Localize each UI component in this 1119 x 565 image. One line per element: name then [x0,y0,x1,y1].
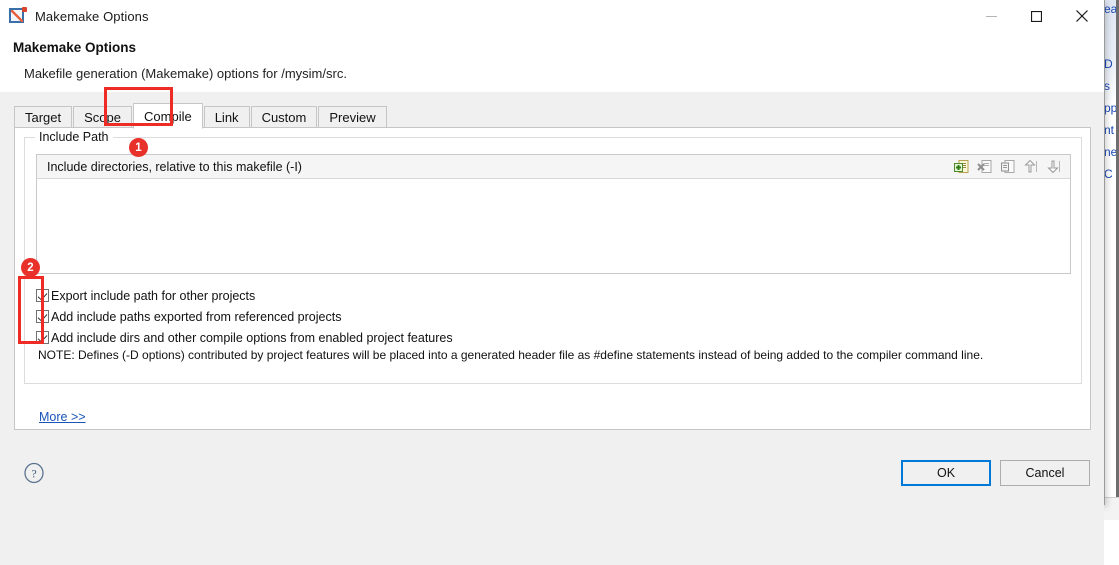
footer-button-group: OK Cancel [901,460,1090,486]
tab-compile[interactable]: Compile [133,103,203,129]
annotation-badge-2: 2 [21,258,40,277]
window-title: Makemake Options [35,8,149,24]
edit-icon[interactable] [998,157,1018,177]
tab-bar: Target Scope Compile Link Custom Preview [14,103,388,129]
tab-label: Link [214,110,239,125]
checkbox-add-exported-paths[interactable] [36,310,49,323]
dialog-titlebar: Makemake Options [0,0,1104,32]
checkbox-label: Export include path for other projects [51,288,256,303]
checkbox-row[interactable]: Add include paths exported from referenc… [36,307,1071,326]
add-icon[interactable] [952,157,972,177]
checkbox-export-include-path[interactable] [36,289,49,302]
tab-label: Scope [84,110,122,125]
tab-label: Target [25,110,62,125]
move-up-icon[interactable] [1021,157,1041,177]
minimize-icon[interactable] [969,0,1014,32]
include-list-items[interactable] [37,179,1070,273]
include-list-toolbar [949,157,1070,177]
tab-label: Custom [261,110,307,125]
tab-scope[interactable]: Scope [73,106,133,128]
ok-button[interactable]: OK [901,460,991,486]
tab-target[interactable]: Target [14,106,73,128]
include-path-group: Include Path Include directories, relati… [24,130,1082,384]
svg-text:?: ? [31,467,36,481]
makemake-options-dialog: Makemake Options Makemake Options Makefi… [0,0,1105,565]
help-icon[interactable]: ? [23,462,45,484]
dialog-header: Makemake Options Makefile generation (Ma… [0,32,1104,92]
include-directories-list[interactable]: Include directories, relative to this ma… [36,154,1071,274]
checkbox-add-feature-options[interactable] [36,331,49,344]
checkbox-label: Add include dirs and other compile optio… [51,330,453,345]
edit-properties-icon [9,6,27,25]
tab-custom[interactable]: Custom [250,106,318,128]
remove-icon[interactable] [975,157,995,177]
close-icon[interactable] [1059,0,1104,32]
include-list-header-label: Include directories, relative to this ma… [47,159,302,174]
checkbox-label: Add include paths exported from referenc… [51,309,342,324]
checkbox-row[interactable]: Add include dirs and other compile optio… [36,328,1071,347]
tab-link[interactable]: Link [203,106,250,128]
background-text-fragment: D [1104,57,1113,71]
move-down-icon[interactable] [1044,157,1064,177]
compile-tab-panel: Include Path Include directories, relati… [14,127,1091,430]
include-list-header: Include directories, relative to this ma… [37,155,1070,179]
defines-note: NOTE: Defines (-D options) contributed b… [38,348,984,362]
dialog-footer: ? OK Cancel [0,445,1104,565]
page-description: Makefile generation (Makemake) options f… [24,66,347,81]
page-title: Makemake Options [13,40,137,55]
background-text-fragment: C [1104,167,1113,181]
annotation-badge-1: 1 [129,138,148,157]
tab-label: Preview [329,110,376,125]
dialog-body: Target Scope Compile Link Custom Preview… [0,87,1104,445]
tab-label: Compile [144,108,192,124]
include-path-group-label: Include Path [35,130,113,144]
checkbox-group: Export include path for other projects A… [36,286,1071,349]
more-link[interactable]: More >> [39,410,86,424]
tab-preview[interactable]: Preview [318,106,387,128]
cancel-button[interactable]: Cancel [1000,460,1090,486]
maximize-icon[interactable] [1014,0,1059,32]
window-controls [969,0,1104,32]
checkbox-row[interactable]: Export include path for other projects [36,286,1071,305]
background-text-fragment: nt [1104,123,1115,137]
